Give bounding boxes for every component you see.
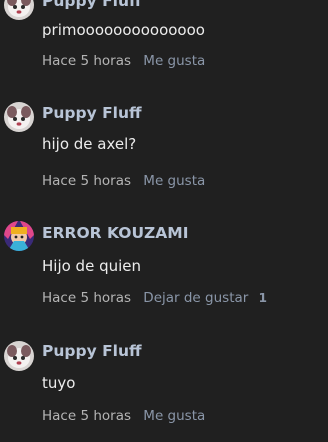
comment-time[interactable]: Hace 5 horas (42, 408, 131, 424)
comment-time[interactable]: Hace 5 horas (42, 53, 131, 69)
like-count[interactable]: 1 (259, 291, 267, 305)
comment-feed: Puppy Fluff primoooooooooooooo Hace 5 ho… (0, 0, 328, 442)
comment-author[interactable]: Puppy Fluff (42, 0, 142, 10)
character-avatar-icon (4, 221, 34, 251)
comment-meta: Hace 5 horas Dejar de gustar 1 (42, 290, 267, 306)
unlike-button[interactable]: Dejar de gustar (143, 290, 248, 306)
comment-meta: Hace 5 horas Me gusta (42, 173, 205, 189)
comment-text: tuyo (42, 374, 76, 392)
comment-meta: Hace 5 horas Me gusta (42, 408, 205, 424)
comment-text: hijo de axel? (42, 135, 137, 153)
comment-text: primoooooooooooooo (42, 21, 205, 39)
comment-item: Puppy Fluff tuyo Hace 5 horas Me gusta (0, 338, 328, 438)
comment-item: Puppy Fluff hijo de axel? Hace 5 horas M… (0, 100, 328, 200)
comment-time[interactable]: Hace 5 horas (42, 290, 131, 306)
like-button[interactable]: Me gusta (143, 173, 205, 189)
puppy-avatar-icon (4, 341, 34, 371)
like-button[interactable]: Me gusta (143, 53, 205, 69)
avatar[interactable] (4, 0, 34, 20)
avatar[interactable] (4, 341, 34, 371)
comment-meta: Hace 5 horas Me gusta (42, 53, 205, 69)
avatar[interactable] (4, 102, 34, 132)
comment-item: Puppy Fluff primoooooooooooooo Hace 5 ho… (0, 0, 328, 69)
comment-author[interactable]: Puppy Fluff (42, 104, 142, 122)
puppy-avatar-icon (4, 102, 34, 132)
comment-text: Hijo de quien (42, 257, 142, 275)
like-button[interactable]: Me gusta (143, 408, 205, 424)
puppy-avatar-icon (4, 0, 34, 20)
comment-item: ERROR KOUZAMI Hijo de quien Hace 5 horas… (0, 220, 328, 320)
avatar[interactable] (4, 221, 34, 251)
comment-time[interactable]: Hace 5 horas (42, 173, 131, 189)
comment-author[interactable]: ERROR KOUZAMI (42, 224, 188, 242)
comment-author[interactable]: Puppy Fluff (42, 342, 142, 360)
